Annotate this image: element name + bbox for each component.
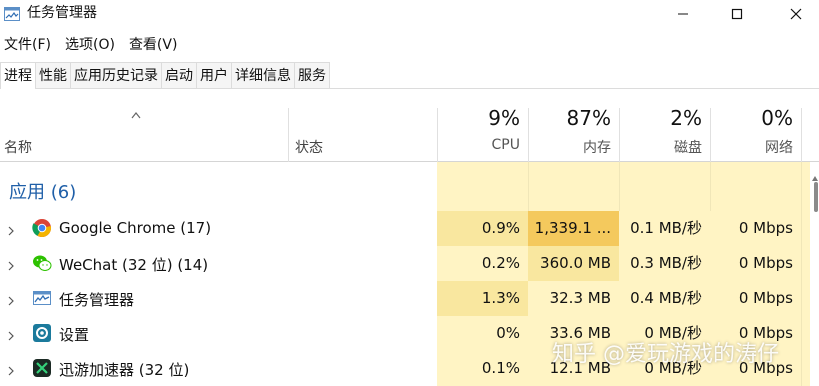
- tab-details[interactable]: 详细信息: [231, 62, 295, 88]
- sort-ascending-icon[interactable]: [131, 104, 141, 119]
- process-name: 迅游加速器 (32 位): [59, 361, 190, 379]
- network-total-percent: 0%: [761, 106, 793, 130]
- disk-cell: 0.4 MB/秒: [619, 281, 710, 316]
- network-cell: 0 Mbps: [710, 281, 801, 316]
- title-bar: 任务管理器: [0, 0, 819, 28]
- tab-processes[interactable]: 进程: [0, 62, 36, 89]
- column-divider[interactable]: [710, 108, 711, 162]
- chevron-right-icon[interactable]: [6, 222, 16, 236]
- network-cell: 0 Mbps: [710, 246, 801, 281]
- xunyou-icon: [32, 358, 52, 378]
- cpu-cell: 1.3%: [437, 281, 528, 316]
- column-header-name[interactable]: 名称: [4, 137, 32, 157]
- disk-cell: 0.1 MB/秒: [619, 211, 710, 246]
- scrollbar-thumb[interactable]: [814, 182, 818, 212]
- network-cell: 0 Mbps: [710, 211, 801, 246]
- task-manager-app-icon: [4, 6, 20, 21]
- process-name: WeChat (32 位) (14): [59, 256, 209, 274]
- column-header-cpu[interactable]: CPU: [440, 137, 520, 153]
- column-divider[interactable]: [288, 108, 289, 162]
- chevron-right-icon[interactable]: [6, 257, 16, 271]
- group-title-apps: 应用 (6): [9, 182, 77, 203]
- column-divider[interactable]: [801, 108, 802, 162]
- maximize-icon: [731, 5, 743, 24]
- memory-cell: 32.3 MB: [528, 281, 619, 316]
- disk-total-percent: 2%: [670, 106, 702, 130]
- minimize-icon: [677, 5, 689, 24]
- column-divider[interactable]: [437, 108, 438, 162]
- cpu-cell: 0.1%: [437, 351, 528, 386]
- column-header-memory[interactable]: 内存: [531, 137, 611, 157]
- memory-total-percent: 87%: [566, 106, 611, 130]
- chevron-right-icon[interactable]: [6, 292, 16, 306]
- chevron-right-icon[interactable]: [6, 327, 16, 341]
- memory-cell: 360.0 MB: [528, 246, 619, 281]
- close-icon: [790, 5, 802, 24]
- table-row[interactable]: 任务管理器 1.3% 32.3 MB 0.4 MB/秒 0 Mbps: [0, 281, 819, 316]
- menu-file[interactable]: 文件(F): [0, 34, 55, 56]
- window-title: 任务管理器: [27, 5, 97, 21]
- tab-startup[interactable]: 启动: [161, 62, 197, 88]
- tab-services[interactable]: 服务: [294, 62, 330, 88]
- column-header-status[interactable]: 状态: [295, 137, 323, 157]
- cpu-cell: 0%: [437, 316, 528, 351]
- tab-bar: 进程 性能 应用历史记录 启动 用户 详细信息 服务: [0, 62, 819, 89]
- menu-options[interactable]: 选项(O): [61, 34, 119, 56]
- wechat-icon: [32, 253, 52, 273]
- column-divider[interactable]: [528, 108, 529, 162]
- cpu-cell: 0.9%: [437, 211, 528, 246]
- settings-icon: [32, 323, 52, 343]
- minimize-button[interactable]: [660, 0, 706, 28]
- process-name: Google Chrome (17): [59, 219, 212, 237]
- maximize-button[interactable]: [714, 0, 760, 28]
- watermark: 知乎 @爱玩游戏的涛仔: [552, 342, 779, 367]
- cpu-total-percent: 9%: [488, 106, 520, 130]
- close-button[interactable]: [773, 0, 819, 28]
- table-row[interactable]: Google Chrome (17) 0.9% 1,339.1 ... 0.1 …: [0, 211, 819, 246]
- tab-performance[interactable]: 性能: [35, 62, 71, 88]
- menu-view[interactable]: 查看(V): [125, 34, 182, 56]
- menu-bar: 文件(F) 选项(O) 查看(V): [0, 34, 181, 56]
- tab-app-history[interactable]: 应用历史记录: [70, 62, 162, 88]
- memory-cell: 1,339.1 ...: [528, 211, 619, 246]
- column-header-disk[interactable]: 磁盘: [622, 137, 702, 157]
- task-manager-icon: [32, 288, 52, 308]
- chrome-icon: [32, 218, 52, 238]
- column-header-network[interactable]: 网络: [713, 137, 793, 157]
- chevron-right-icon[interactable]: [6, 362, 16, 376]
- process-name: 任务管理器: [59, 291, 135, 309]
- scroll-up-icon[interactable]: [812, 166, 818, 181]
- tab-users[interactable]: 用户: [196, 62, 232, 88]
- cpu-cell: 0.2%: [437, 246, 528, 281]
- table-row[interactable]: WeChat (32 位) (14) 0.2% 360.0 MB 0.3 MB/…: [0, 246, 819, 281]
- disk-cell: 0.3 MB/秒: [619, 246, 710, 281]
- process-name: 设置: [59, 326, 90, 344]
- column-divider[interactable]: [619, 108, 620, 162]
